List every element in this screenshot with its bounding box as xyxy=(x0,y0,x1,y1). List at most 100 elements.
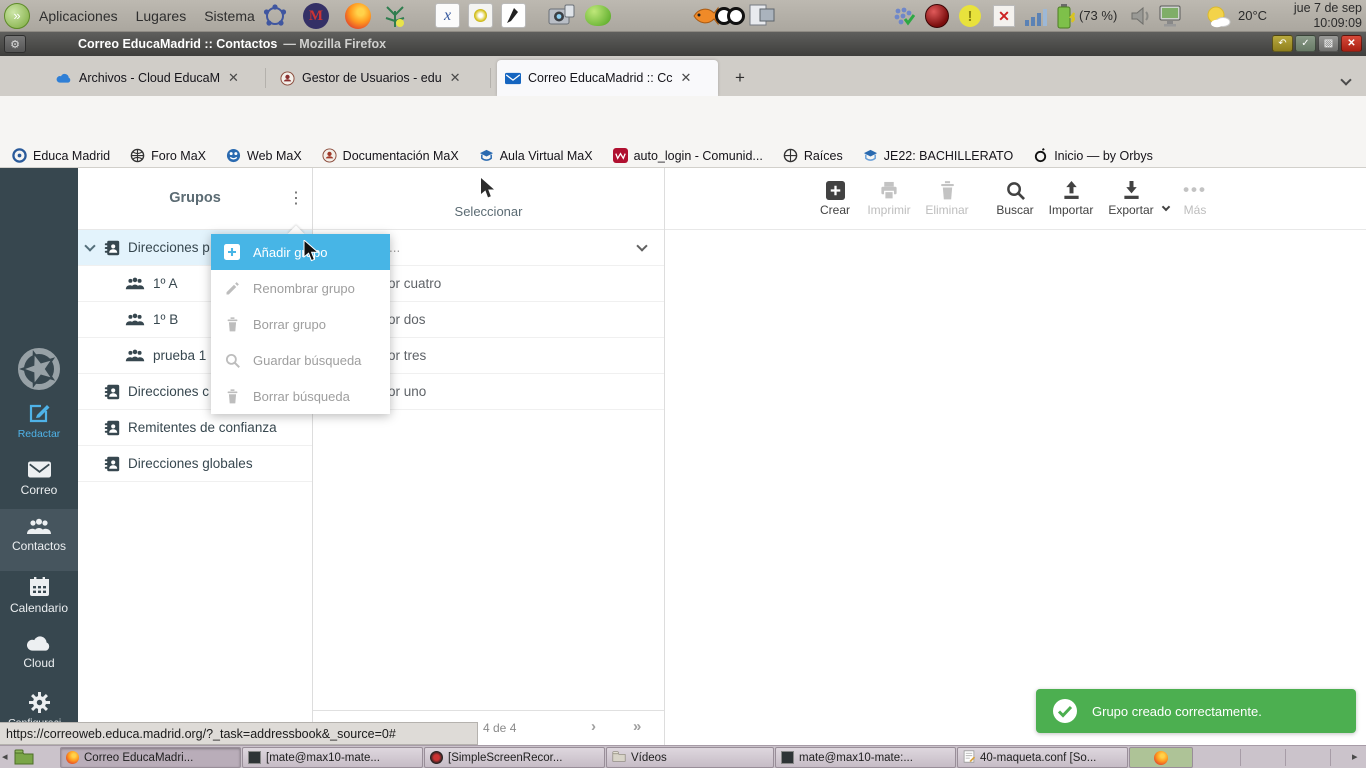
save-search-icon xyxy=(223,353,241,368)
expand-chevron-icon[interactable] xyxy=(84,240,96,252)
sidebar-item-contactos[interactable]: Contactos xyxy=(0,518,78,553)
sidebar-item-cloud[interactable]: Cloud xyxy=(0,635,78,670)
list-all-tabs-icon[interactable] xyxy=(1340,72,1352,87)
taskbar-window-screenrecorder[interactable]: [SimpleScreenRecor... xyxy=(424,747,605,768)
group-row-direcciones-globales[interactable]: Direcciones globales xyxy=(78,446,312,482)
bookmark-raices[interactable]: Raíces xyxy=(783,148,843,163)
tab-cloud-educamadrid[interactable]: Archivos - Cloud EducaM ✕ xyxy=(48,60,262,96)
menu-item-add-group[interactable]: Añadir grupo xyxy=(211,234,390,270)
bookmark-aula-virtual-max[interactable]: Aula Virtual MaX xyxy=(479,148,593,163)
window-list-left-arrow-icon[interactable]: ◂ xyxy=(2,750,8,763)
window-list-right-arrow-icon[interactable]: ▸ xyxy=(1352,750,1358,763)
display-tray-icon[interactable] xyxy=(1158,5,1182,31)
plant-app-icon[interactable] xyxy=(382,3,408,32)
gestor-favicon xyxy=(280,70,295,86)
binoculars-icon[interactable] xyxy=(715,4,745,31)
import-button[interactable]: Importar xyxy=(1043,178,1099,217)
photo-tool-icon[interactable] xyxy=(748,3,776,32)
last-page-icon[interactable]: » xyxy=(633,718,641,735)
document-edit-icon xyxy=(963,749,976,766)
educamadrid-max-icon[interactable]: M xyxy=(303,3,329,29)
group-row-remitentes-confianza[interactable]: Remitentes de confianza xyxy=(78,410,312,446)
bookmark-inicio-orbys[interactable]: Inicio — by Orbys xyxy=(1033,148,1153,163)
taskbar-window-terminal1[interactable]: [mate@max10-mate... xyxy=(242,747,423,768)
next-page-icon[interactable]: › xyxy=(591,718,596,735)
mail-favicon xyxy=(505,72,521,84)
qtikz-icon[interactable] xyxy=(501,3,526,28)
contacts-icon xyxy=(0,518,78,535)
menu-sistema[interactable]: Sistema xyxy=(195,0,264,32)
network-check-icon[interactable] xyxy=(893,6,916,29)
maximize-button[interactable]: ▨ xyxy=(1318,35,1339,52)
recorder-app-icon[interactable] xyxy=(468,3,493,28)
taskbar-window-maqueta-conf[interactable]: 40-maqueta.conf [So... xyxy=(957,747,1128,768)
bookmark-documentacion-max[interactable]: Documentación MaX xyxy=(322,148,459,163)
screenshot-tool-icon[interactable] xyxy=(548,3,575,32)
sidebar-item-redactar[interactable]: Redactar xyxy=(0,402,78,440)
list-options-chevron-icon[interactable] xyxy=(636,240,648,252)
weather-icon[interactable] xyxy=(1204,4,1232,32)
toast-message: Grupo creado correctamente. xyxy=(1092,703,1262,719)
green-app-icon[interactable] xyxy=(585,5,611,26)
trash-icon xyxy=(919,178,975,200)
webmail-sidebar: Redactar Correo Contactos Calendario Clo… xyxy=(0,168,78,768)
panel-clock[interactable]: jue 7 de sep 10:09:09 xyxy=(1294,1,1362,31)
signal-bars-icon[interactable] xyxy=(1024,7,1048,29)
bookmark-web-max[interactable]: Web MaX xyxy=(226,148,302,163)
menu-lugares[interactable]: Lugares xyxy=(127,0,196,32)
gear-icon xyxy=(0,692,78,713)
sidebar-item-calendario[interactable]: Calendario xyxy=(0,577,78,615)
taskbar-window-firefox-flash[interactable] xyxy=(1129,747,1193,768)
delete-search-trash-icon xyxy=(223,388,241,404)
link-status-bar: https://correoweb.educa.madrid.org/?_tas… xyxy=(0,722,478,745)
geogebra-icon[interactable] xyxy=(262,3,288,32)
record-tray-icon[interactable] xyxy=(925,4,949,28)
tab-close-icon[interactable]: ✕ xyxy=(450,70,461,86)
bookmark-auto-login[interactable]: auto_login - Comunid... xyxy=(612,148,763,163)
xournal-icon[interactable]: x xyxy=(435,3,460,28)
window-title-suffix: — Mozilla Firefox xyxy=(283,37,387,51)
success-toast[interactable]: Grupo creado correctamente. xyxy=(1036,689,1356,733)
menu-aplicaciones[interactable]: Aplicaciones xyxy=(30,0,127,32)
groups-title: Grupos xyxy=(169,190,221,206)
rollup-button[interactable]: ↶ xyxy=(1272,35,1293,52)
network-offline-icon[interactable]: ✕ xyxy=(993,5,1015,27)
taskbar-window-terminal2[interactable]: mate@max10-mate:... xyxy=(775,747,956,768)
groups-options-kebab-icon[interactable]: ⋮ xyxy=(288,188,304,208)
create-button[interactable]: Crear xyxy=(807,178,863,217)
delete-button: Eliminar xyxy=(919,178,975,217)
create-plus-icon xyxy=(807,178,863,200)
search-icon xyxy=(987,178,1043,200)
import-upload-icon xyxy=(1043,178,1099,200)
tab-gestor-usuarios[interactable]: Gestor de Usuarios - edu ✕ xyxy=(272,60,486,96)
mate-menu-icon[interactable]: » xyxy=(4,2,30,29)
delete-trash-icon xyxy=(223,316,241,332)
groups-context-menu: Añadir grupo Renombrar grupo Borrar grup… xyxy=(211,234,390,414)
tab-close-icon[interactable]: ✕ xyxy=(228,70,239,86)
firefox-launcher-icon[interactable] xyxy=(345,3,371,29)
taskbar-window-videos[interactable]: Vídeos xyxy=(606,747,774,768)
folder-icon xyxy=(612,750,626,765)
tab-correo-educamadrid[interactable]: Correo EducaMadrid :: Cc ✕ xyxy=(497,60,718,96)
search-button[interactable]: Buscar xyxy=(987,178,1043,217)
minimize-button[interactable]: ✓ xyxy=(1295,35,1316,52)
educamadrid-logo xyxy=(0,344,78,394)
export-button[interactable]: Exportar xyxy=(1103,178,1159,217)
window-title: Correo EducaMadrid :: Contactos xyxy=(78,37,278,51)
close-button[interactable]: ✕ xyxy=(1341,35,1362,52)
volume-icon[interactable] xyxy=(1130,6,1152,29)
add-group-icon xyxy=(223,244,241,260)
window-menu-icon[interactable]: ⚙ xyxy=(4,35,26,53)
select-cursor-icon[interactable] xyxy=(479,178,496,202)
sidebar-item-correo[interactable]: Correo xyxy=(0,461,78,497)
taskbar-window-firefox[interactable]: Correo EducaMadri... xyxy=(60,747,241,768)
show-desktop-icon[interactable] xyxy=(14,749,34,768)
cloud-icon xyxy=(0,635,78,651)
warning-tray-icon[interactable]: ! xyxy=(959,5,981,27)
bookmark-je22[interactable]: JE22: BACHILLERATO xyxy=(863,148,1013,163)
bookmark-educa-madrid[interactable]: Educa Madrid xyxy=(12,148,110,163)
battery-icon[interactable] xyxy=(1057,4,1077,32)
tab-close-icon[interactable]: ✕ xyxy=(681,70,692,86)
bookmark-foro-max[interactable]: Foro MaX xyxy=(130,148,206,163)
new-tab-button[interactable]: + xyxy=(728,66,752,90)
